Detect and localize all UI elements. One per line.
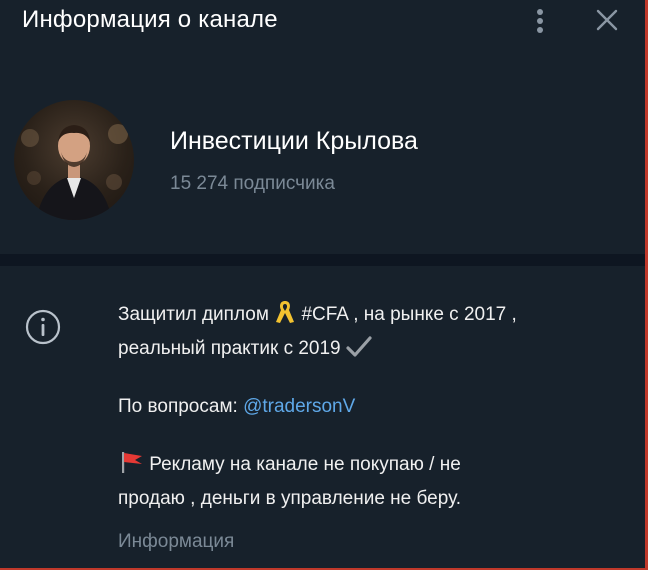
page-title: Информация о канале <box>22 6 278 33</box>
info-section-label: Информация <box>118 531 235 552</box>
yellow-ribbon-icon <box>274 299 296 325</box>
description-line-2: реальный практик с 2019 <box>118 332 628 366</box>
section-divider <box>0 254 645 266</box>
ads-line-2: продаю , деньги в управление не беру. <box>118 488 461 509</box>
check-mark-icon <box>346 335 372 359</box>
contact-line: По вопросам: @tradersonV <box>118 390 628 424</box>
description-text: Защитил диплом <box>118 304 275 325</box>
ads-line-1: Рекламу на канале не покупаю / не <box>118 448 628 482</box>
kebab-icon[interactable] <box>530 6 550 36</box>
red-flag-icon <box>118 450 144 474</box>
channel-description: Защитил диплом #CFA , на рынке с 2017 , … <box>118 298 628 516</box>
header: Информация о канале <box>0 0 645 44</box>
description-line-1: Защитил диплом #CFA , на рынке с 2017 , <box>118 298 628 332</box>
channel-avatar[interactable] <box>14 100 134 220</box>
description-text: реальный практик с 2019 <box>118 338 346 359</box>
contact-link[interactable]: @tradersonV <box>243 396 355 417</box>
contact-label: По вопросам: <box>118 396 244 417</box>
info-icon <box>23 307 63 347</box>
subscriber-count: 15 274 подписчика <box>170 173 335 194</box>
channel-name: Инвестиции Крылова <box>170 127 418 155</box>
channel-profile: Инвестиции Крылова 15 274 подписчика <box>0 90 645 240</box>
description-text: Рекламу на канале не покупаю / не <box>144 454 461 475</box>
close-icon[interactable] <box>593 6 621 34</box>
description-text: #CFA , на рынке с 2017 , <box>296 304 517 325</box>
